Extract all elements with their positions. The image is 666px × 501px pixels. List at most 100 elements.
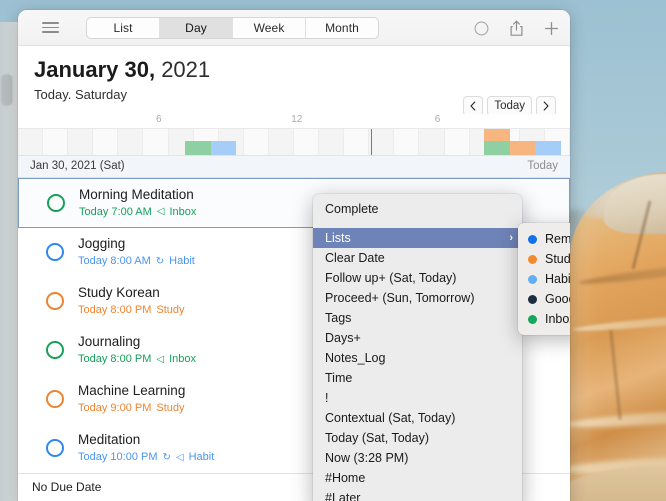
window-toolbar: List Day Week Month [18, 10, 570, 46]
context-menu-item-label: Lists [325, 231, 351, 245]
today-button-label: Today [494, 100, 525, 112]
context-menu-item[interactable]: Days+ [313, 328, 522, 348]
timeline-hour-label: 12 [291, 114, 302, 125]
timeline-cell [319, 129, 344, 155]
timeline-hour-labels: 6126 [18, 114, 570, 128]
context-menu-item[interactable]: #Later [313, 488, 522, 501]
tab-month-label: Month [325, 21, 359, 35]
timeline-event-block[interactable] [510, 141, 535, 155]
task-title: Study Korean [78, 286, 185, 301]
timeline-track[interactable] [18, 128, 570, 156]
task-checkbox[interactable] [46, 439, 64, 457]
submenu-item-label: GoodTask [545, 292, 570, 306]
context-menu-item-label: Contextual (Sat, Today) [325, 411, 455, 425]
context-menu-item[interactable]: #Home [313, 468, 522, 488]
submenu-item[interactable]: GoodTask [518, 289, 570, 309]
hamburger-icon[interactable] [42, 17, 64, 39]
timeline-cell [18, 129, 43, 155]
context-menu-item-label: Proceed+ (Sun, Tomorrow) [325, 291, 475, 305]
view-mode-segmented-control[interactable]: List Day Week Month [86, 17, 379, 39]
timeline-event-block[interactable] [211, 141, 236, 155]
lists-submenu[interactable]: Reminders Study Habit GoodTask Inbox [518, 223, 570, 335]
submenu-item-label: Study [545, 252, 570, 266]
timeline-event-block[interactable] [535, 141, 560, 155]
timeline-event-block[interactable] [185, 141, 210, 155]
task-text: JournalingToday 8:00 PM◁Inbox [78, 335, 196, 365]
task-due-time: Today 8:00 PM [78, 304, 151, 316]
task-checkbox[interactable] [46, 341, 64, 359]
timeline-today-label: Today [527, 160, 558, 172]
task-text: MeditationToday 10:00 PM↻◁Habit [78, 433, 214, 463]
task-due-time: Today 10:00 PM [78, 451, 158, 463]
context-menu-item[interactable]: ! [313, 388, 522, 408]
context-menu-item[interactable]: Time [313, 368, 522, 388]
context-menu-item[interactable]: Lists› [313, 228, 522, 248]
tab-day-label: Day [185, 21, 207, 35]
task-checkbox[interactable] [46, 390, 64, 408]
task-text: Jogging Today 8:00 AM↻Habit [78, 237, 195, 267]
context-menu-item[interactable]: Contextual (Sat, Today) [313, 408, 522, 428]
wallpaper-rock-stratum [578, 258, 666, 288]
context-menu-item[interactable]: Complete [313, 199, 522, 219]
plus-icon[interactable] [542, 19, 560, 37]
context-menu-item[interactable]: Today (Sat, Today) [313, 428, 522, 448]
context-menu-item-label: ! [325, 391, 328, 405]
task-meta: Today 8:00 AM↻Habit [78, 255, 195, 267]
date-header: January 30, 2021 Today. Saturday Today [18, 46, 570, 108]
drawer-handle[interactable] [2, 75, 12, 105]
task-checkbox[interactable] [46, 292, 64, 310]
share-icon[interactable] [507, 19, 525, 37]
wallpaper-rock-stratum [566, 405, 666, 430]
context-menu-item[interactable]: Proceed+ (Sun, Tomorrow) [313, 288, 522, 308]
submenu-item-label: Reminders [545, 232, 570, 246]
list-color-dot [528, 255, 537, 264]
circle-icon[interactable] [472, 19, 490, 37]
task-checkbox[interactable] [47, 194, 65, 212]
timeline-cell [294, 129, 319, 155]
context-menu-item[interactable]: Now (3:28 PM) [313, 448, 522, 468]
task-list-label: Inbox [169, 353, 196, 365]
timeline-cell [419, 129, 444, 155]
context-menu-item-label: Days+ [325, 331, 361, 345]
menu-separator [313, 219, 522, 228]
context-menu-item-label: Today (Sat, Today) [325, 431, 429, 445]
timeline-cell [68, 129, 93, 155]
flag-icon: ◁ [156, 354, 164, 365]
context-menu-item-label: #Home [325, 471, 365, 485]
no-due-date-label: No Due Date [32, 480, 101, 494]
tab-list[interactable]: List [87, 18, 160, 38]
submenu-item[interactable]: Inbox [518, 309, 570, 329]
context-menu-item[interactable]: Notes_Log [313, 348, 522, 368]
wallpaper-rock-stratum [572, 310, 666, 333]
submenu-item[interactable]: Reminders [518, 229, 570, 249]
timeline-cell [93, 129, 118, 155]
task-list-label: Habit [169, 255, 195, 267]
task-due-time: Today 7:00 AM [79, 206, 152, 218]
flag-icon: ◁ [157, 206, 165, 217]
context-menu-item[interactable]: Tags [313, 308, 522, 328]
context-menu-item[interactable]: Follow up+ (Sat, Today) [313, 268, 522, 288]
task-meta: Today 8:00 PMStudy [78, 304, 185, 316]
timeline-event-block[interactable] [484, 141, 509, 155]
task-checkbox[interactable] [46, 243, 64, 261]
context-menu-item-label: Complete [325, 202, 379, 216]
context-menu-item[interactable]: Clear Date [313, 248, 522, 268]
page-title: January 30, 2021 [34, 58, 554, 83]
tab-day[interactable]: Day [160, 18, 233, 38]
tab-week-label: Week [254, 21, 285, 35]
timeline-cell [269, 129, 294, 155]
submenu-item[interactable]: Study [518, 249, 570, 269]
submenu-item[interactable]: Habit [518, 269, 570, 289]
tab-week[interactable]: Week [233, 18, 306, 38]
wallpaper-rock-crack [609, 330, 621, 420]
task-title: Journaling [78, 335, 196, 350]
list-color-dot [528, 295, 537, 304]
wallpaper-rock-shadow [568, 210, 594, 500]
timeline-cell [143, 129, 168, 155]
tab-month[interactable]: Month [306, 18, 378, 38]
context-menu[interactable]: Complete Lists›Clear DateFollow up+ (Sat,… [313, 194, 522, 501]
task-due-time: Today 9:00 PM [78, 402, 151, 414]
task-text: Machine LearningToday 9:00 PMStudy [78, 384, 185, 414]
submenu-item-label: Inbox [545, 312, 570, 326]
task-title: Jogging [78, 237, 195, 252]
